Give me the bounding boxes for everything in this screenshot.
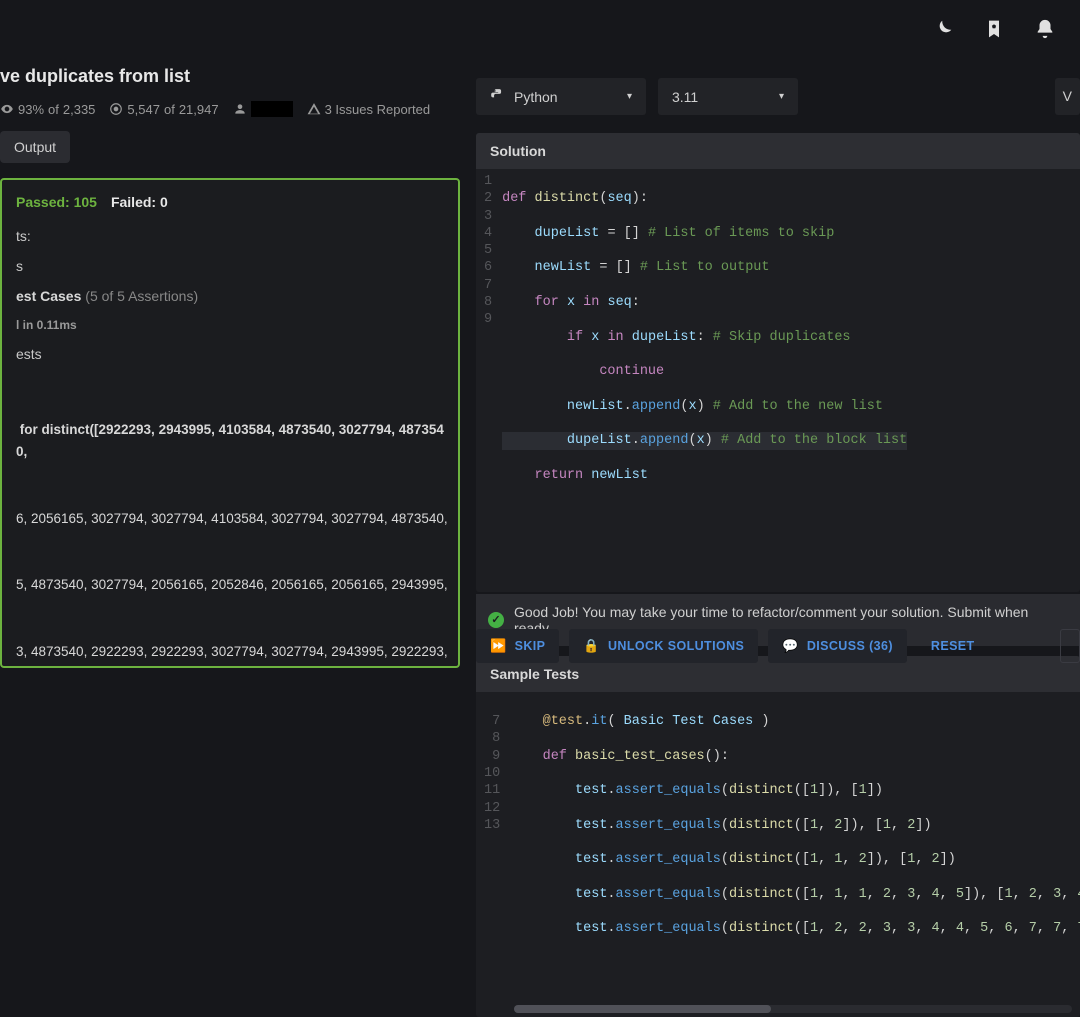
sub-letter: s [16,258,450,274]
line-gutter: 123456789 [476,173,502,588]
solution-panel: Solution 123456789 def distinct(seq): du… [476,133,1080,592]
page-title: ve duplicates from list [0,66,460,87]
chevron-down-icon: ▾ [779,91,784,102]
kata-stats: 93% of 2,335 5,547 of 21,947 3 Issues Re… [0,101,460,117]
version-selector[interactable]: 3.11 ▾ [658,78,798,115]
vim-toggle[interactable]: V [1055,78,1080,115]
topbar [932,0,1080,60]
action-bar: ⏩SKIP 🔒UNLOCK SOLUTIONS 💬DISCUSS (36) RE… [476,629,1080,663]
moon-icon[interactable] [932,18,954,43]
submit-edge[interactable] [1060,629,1080,663]
selector-row: Python ▾ 3.11 ▾ V [476,78,1080,115]
output-tab[interactable]: Output [0,131,70,163]
chat-icon: 💬 [782,638,799,654]
test-summary: Passed: 105 Failed: 0 [16,194,450,210]
passed-count: Passed: 105 [16,194,97,210]
failed-count: Failed: 0 [111,194,168,210]
author-chip[interactable] [233,101,293,117]
horizontal-scrollbar[interactable] [514,1005,1072,1013]
skip-button[interactable]: ⏩SKIP [476,629,559,663]
code-body[interactable]: def distinct(seq): dupeList = [] # List … [502,173,915,588]
sample-tests-editor[interactable]: 6 78910111213 @test.it( Basic Test Cases… [476,692,1080,1017]
bell-icon[interactable] [1034,18,1056,43]
random-tests-heading: ests [16,346,450,362]
bookmark-icon[interactable] [984,18,1004,43]
solution-header: Solution [476,133,1080,169]
satisfaction-stat: 93% of 2,335 [0,102,95,117]
tests-body[interactable]: @test.it( Basic Test Cases ) def basic_t… [510,696,1080,1007]
test-log: for distinct([2922293, 2943995, 4103584,… [16,376,450,668]
issues-link[interactable]: 3 Issues Reported [307,102,431,117]
python-icon [490,88,504,105]
scrollbar-thumb[interactable] [514,1005,771,1013]
solution-editor[interactable]: 123456789 def distinct(seq): dupeList = … [476,169,1080,592]
completions-stat: 5,547 of 21,947 [109,102,218,117]
reset-button[interactable]: RESET [917,630,989,662]
kata-header: ve duplicates from list 93% of 2,335 5,5… [0,66,460,163]
check-icon: ✓ [488,612,504,628]
timing: l in 0.11ms [16,318,450,332]
tests-heading: ts: [16,228,450,244]
unlock-solutions-button[interactable]: 🔒UNLOCK SOLUTIONS [569,629,758,663]
forward-icon: ⏩ [490,638,507,654]
editor-column: Python ▾ 3.11 ▾ V Solution 123456789 def… [476,78,1080,1017]
sample-tests-panel: Sample Tests 6 78910111213 @test.it( Bas… [476,656,1080,1017]
language-selector[interactable]: Python ▾ [476,78,646,115]
output-panel: Passed: 105 Failed: 0 ts: s est Cases (5… [0,178,460,668]
chevron-down-icon: ▾ [627,91,632,102]
discuss-button[interactable]: 💬DISCUSS (36) [768,629,907,663]
basic-tests-heading: est Cases (5 of 5 Assertions) [16,288,450,304]
tests-gutter: 6 78910111213 [476,696,510,1007]
avatar [251,101,293,117]
lock-icon: 🔒 [583,638,600,654]
